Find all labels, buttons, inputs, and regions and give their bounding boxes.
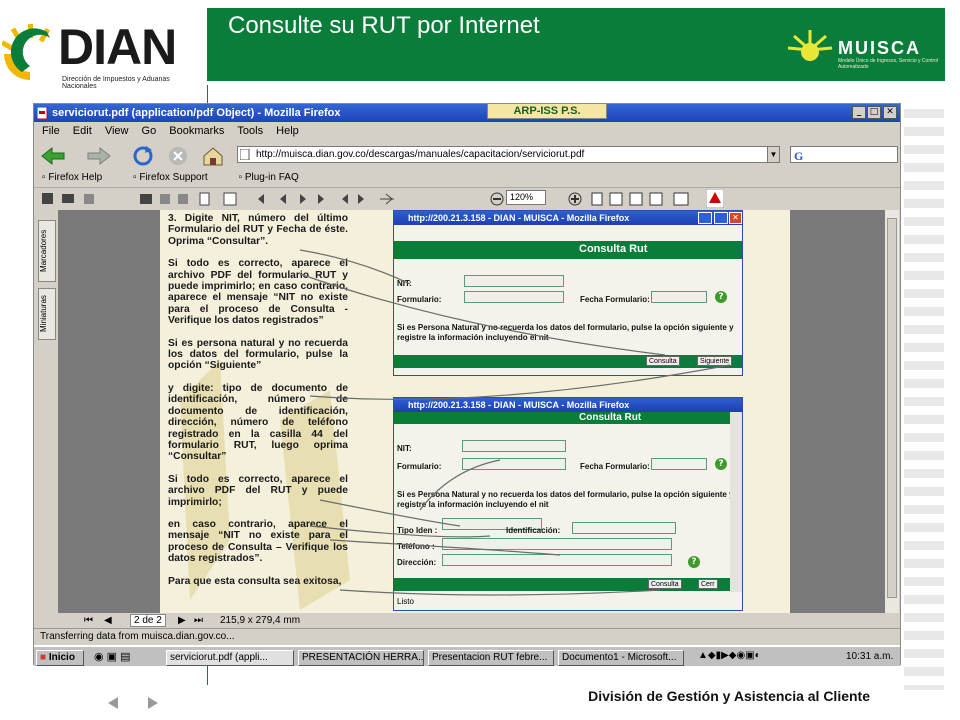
stop-icon[interactable] (167, 145, 189, 167)
prev-slide-icon[interactable] (104, 695, 122, 711)
decorative-stripes (904, 100, 944, 690)
muisca-sun-icon (787, 30, 833, 61)
page-number-field[interactable]: 2 de 2 (130, 614, 166, 627)
bookmark-plugin-faq[interactable]: ▫ Plug-in FAQ (239, 172, 313, 183)
zoom-field[interactable]: 120% (506, 190, 546, 205)
sun-logo-icon (2, 24, 51, 80)
last-page-icon[interactable]: ⏭ (194, 615, 203, 626)
url-dropdown-button[interactable]: ▼ (767, 146, 780, 163)
bookmark-firefox-help[interactable]: ▫ Firefox Help (42, 172, 116, 183)
page-title: Consulte su RUT por Internet (228, 12, 540, 39)
reload-icon[interactable] (132, 145, 154, 167)
pdf-page: 3. Digite NIT, número del último Formula… (160, 210, 790, 613)
next-slide-icon[interactable] (144, 695, 162, 711)
menu-edit[interactable]: Edit (73, 125, 92, 137)
pdf-file-icon (37, 107, 48, 119)
bookmarks-bar: ▫ Firefox Help ▫ Firefox Support ▫ Plug-… (34, 170, 900, 187)
maximize-button[interactable]: □ (867, 106, 881, 119)
window-title: serviciorut.pdf (application/pdf Object)… (34, 104, 900, 122)
menu-help[interactable]: Help (276, 125, 299, 137)
dian-logo: DIAN Dirección de Impuestos y Aduanas Na… (0, 0, 205, 95)
adobe-icon[interactable] (706, 189, 724, 208)
quick-launch-icons[interactable]: ◉ ▣ ▤ (94, 650, 131, 663)
zoom-in-icon[interactable] (568, 192, 582, 206)
google-icon: G (794, 149, 803, 161)
zoom-out-icon[interactable] (490, 192, 504, 206)
pdf-toolbar (34, 187, 900, 209)
task-serviciorut[interactable]: serviciorut.pdf (appli... (166, 650, 294, 666)
first-page-icon[interactable]: ⏮ (84, 615, 93, 626)
page-size-label: 215,9 x 279,4 mm (220, 615, 301, 626)
tab-marcadores[interactable]: Marcadores (38, 220, 56, 282)
menu-bookmarks[interactable]: Bookmarks (169, 125, 224, 137)
close-button[interactable]: ✕ (883, 106, 897, 119)
windows-taskbar: ■ Inicio ◉ ▣ ▤ serviciorut.pdf (appli...… (34, 645, 900, 666)
next-page-icon[interactable]: ▶ (178, 615, 186, 626)
pdf-side-tabs: Marcadores Miniaturas (36, 210, 58, 613)
muisca-logo-text: MUISCA (838, 38, 921, 58)
footer-text: División de Gestión y Asistencia al Clie… (588, 688, 870, 704)
minimize-button[interactable]: _ (852, 106, 866, 119)
forward-icon[interactable] (86, 146, 112, 166)
menu-view[interactable]: View (105, 125, 129, 137)
url-field[interactable]: http://muisca.dian.gov.co/descargas/manu… (237, 146, 779, 163)
menu-file[interactable]: File (42, 125, 60, 137)
status-bar: Transferring data from muisca.dian.gov.c… (34, 628, 900, 644)
clock: 10:31 a.m. (846, 651, 894, 662)
menu-go[interactable]: Go (142, 125, 157, 137)
task-presentacion-rut[interactable]: Presentacion RUT febre... (428, 650, 554, 666)
start-button[interactable]: ■ Inicio (36, 650, 84, 666)
firefox-window: serviciorut.pdf (application/pdf Object)… (33, 103, 901, 666)
tab-miniaturas[interactable]: Miniaturas (38, 288, 56, 340)
back-icon[interactable] (40, 146, 66, 166)
dian-logo-text: DIAN (58, 19, 177, 75)
prev-page-icon[interactable]: ◀ (104, 615, 112, 626)
system-tray-icons[interactable]: ▲◆▮▶◆◉▣◐ (698, 650, 761, 661)
pdf-page-bar: ⏮ ◀ 2 de 2 ▶ ⏭ 215,9 x 279,4 mm (58, 613, 898, 629)
home-icon[interactable] (202, 145, 224, 167)
windows-flag-icon: ■ (40, 652, 47, 663)
menu-tools[interactable]: Tools (237, 125, 263, 137)
task-documento1[interactable]: Documento1 - Microsoft... (558, 650, 684, 666)
scroll-thumb[interactable] (887, 218, 897, 598)
dian-logo-subtitle: Dirección de Impuestos y Aduanas Naciona… (62, 76, 170, 90)
pdf-scrollbar[interactable] (885, 210, 899, 613)
arp-iss-badge: ARP-ISS P.S. (487, 103, 607, 119)
task-presentacion-herra[interactable]: PRESENTACIÓN HERRA... (298, 650, 424, 666)
search-input[interactable]: G (790, 146, 898, 163)
svg-text:G: G (794, 149, 803, 161)
muisca-logo-subtitle: Modelo Único de Ingresos, Servicio y Con… (838, 58, 939, 70)
page-icon (240, 149, 250, 160)
pdf-toolbar-icons[interactable] (40, 191, 420, 207)
bookmark-firefox-support[interactable]: ▫ Firefox Support (133, 172, 222, 183)
menu-bar: File Edit View Go Bookmarks Tools Help (34, 122, 900, 142)
callout-arrows (299, 249, 731, 596)
